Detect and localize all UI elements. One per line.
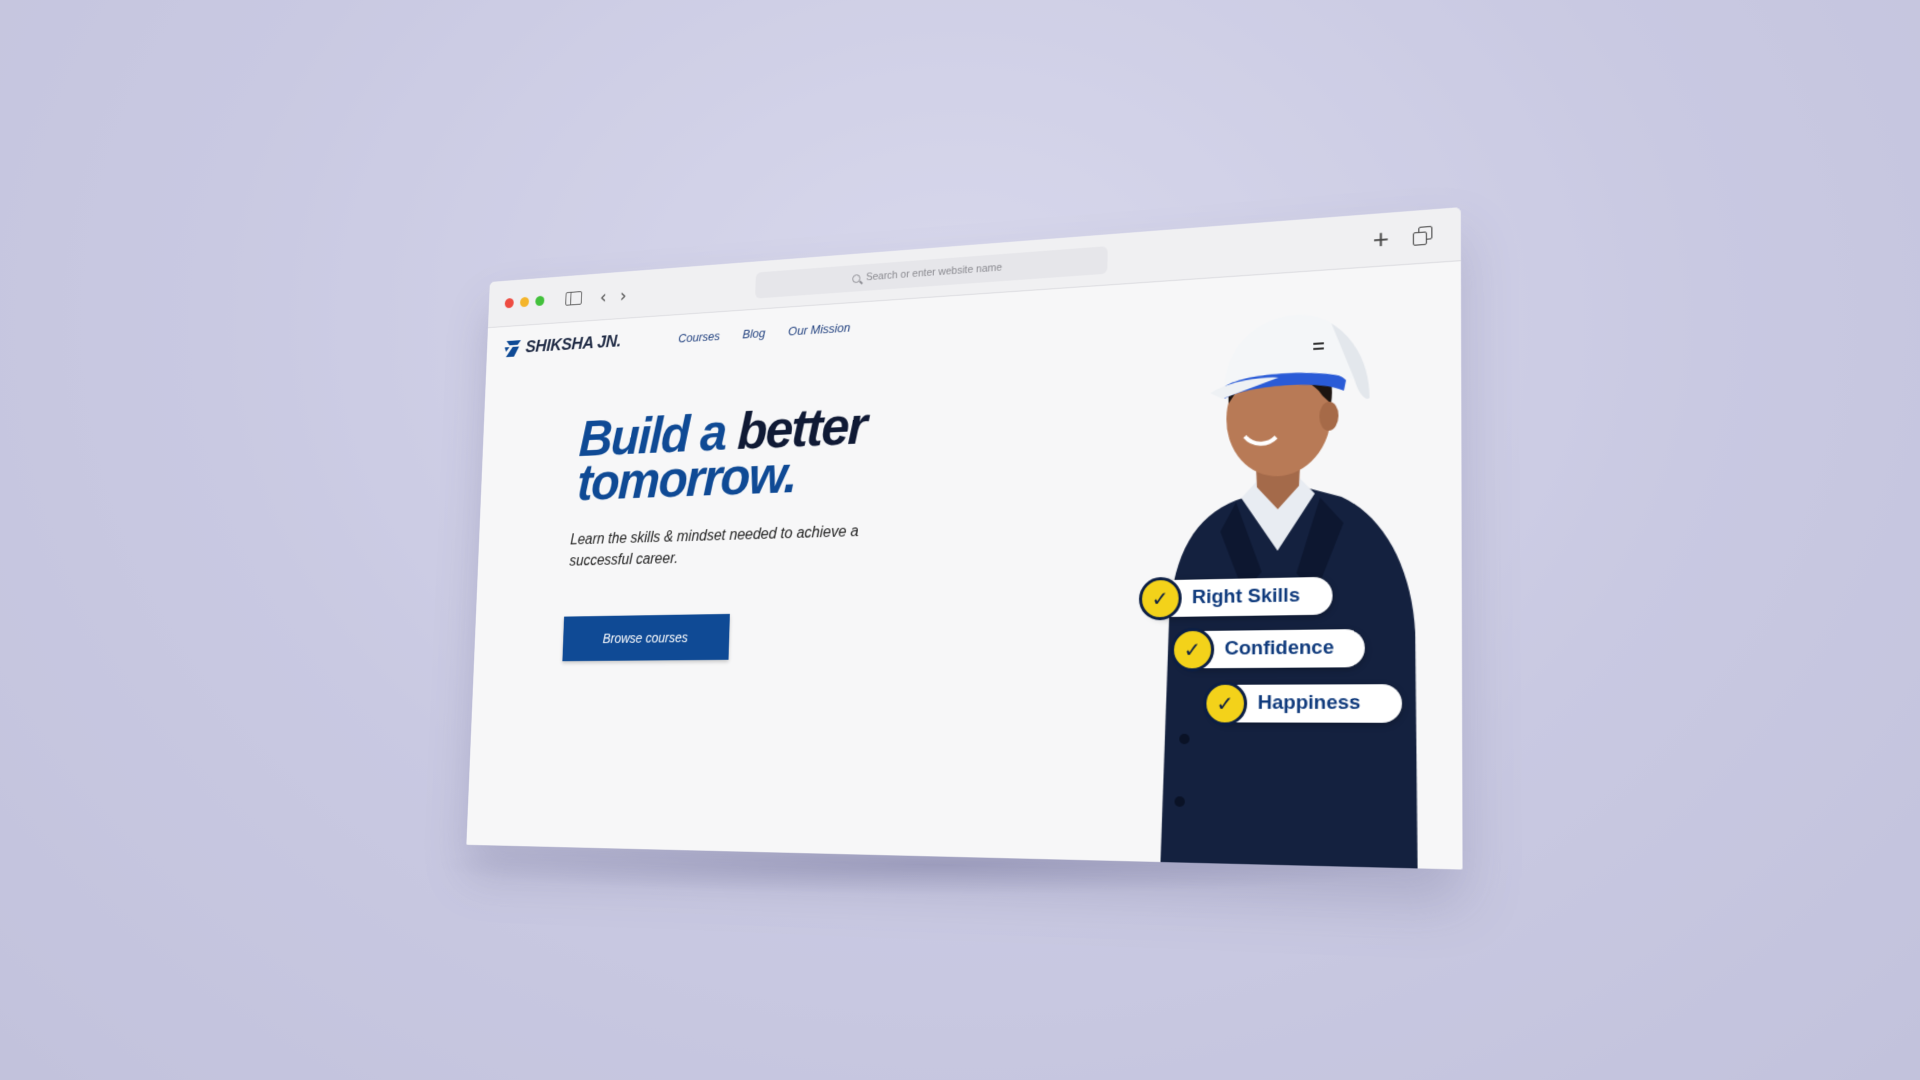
hero-title-part3: tomorrow. [576, 443, 797, 512]
nav-link-our-mission[interactable]: Our Mission [788, 320, 850, 338]
site-logo[interactable]: SHIKSHA JN. [504, 332, 621, 359]
maximize-window-button[interactable] [535, 295, 545, 307]
hero-subtitle: Learn the skills & mindset needed to ach… [569, 523, 859, 570]
minimize-window-button[interactable] [519, 296, 530, 308]
brand-name: SHIKSHA JN. [525, 331, 622, 357]
benefit-badge-happiness: ✓ Happiness [1203, 681, 1403, 726]
close-window-button[interactable] [504, 297, 514, 309]
benefit-label: Happiness [1257, 691, 1361, 715]
benefit-label: Right Skills [1191, 584, 1301, 609]
nav-link-courses[interactable]: Courses [678, 328, 720, 345]
benefit-label: Confidence [1224, 636, 1335, 660]
website-content: SHIKSHA JN. Courses Blog Our Mission Bui… [466, 261, 1463, 870]
checkmark-icon: ✓ [1203, 681, 1248, 726]
sidebar-icon [565, 291, 583, 306]
sidebar-toggle-button[interactable] [565, 291, 583, 306]
forward-arrow-icon[interactable]: › [620, 284, 627, 306]
checkmark-icon: ✓ [1138, 576, 1182, 621]
new-tab-plus-icon[interactable]: + [1373, 223, 1389, 255]
benefit-badge-confidence: ✓ Confidence [1170, 627, 1365, 672]
site-header: SHIKSHA JN. Courses Blog Our Mission [504, 316, 850, 359]
browse-courses-button[interactable]: Browse courses [562, 613, 730, 662]
toolbar-right-actions: + [1373, 222, 1433, 255]
browser-window: ‹ › Search or enter website name + SHIKS… [466, 207, 1463, 870]
hero-title: Build a better tomorrow. [576, 394, 866, 511]
window-controls [504, 295, 545, 309]
nav-link-blog[interactable]: Blog [742, 325, 765, 340]
mockup-stage: ‹ › Search or enter website name + SHIKS… [0, 0, 1920, 1080]
address-placeholder: Search or enter website name [865, 261, 1003, 284]
back-arrow-icon[interactable]: ‹ [600, 285, 607, 307]
benefit-badge-right-skills: ✓ Right Skills [1138, 576, 1333, 621]
tabs-overview-icon[interactable] [1412, 225, 1433, 246]
search-icon [852, 273, 861, 283]
main-nav: Courses Blog Our Mission [678, 320, 850, 345]
logo-mark-icon [504, 340, 521, 358]
checkmark-icon: ✓ [1170, 627, 1215, 672]
history-nav: ‹ › [600, 284, 627, 308]
